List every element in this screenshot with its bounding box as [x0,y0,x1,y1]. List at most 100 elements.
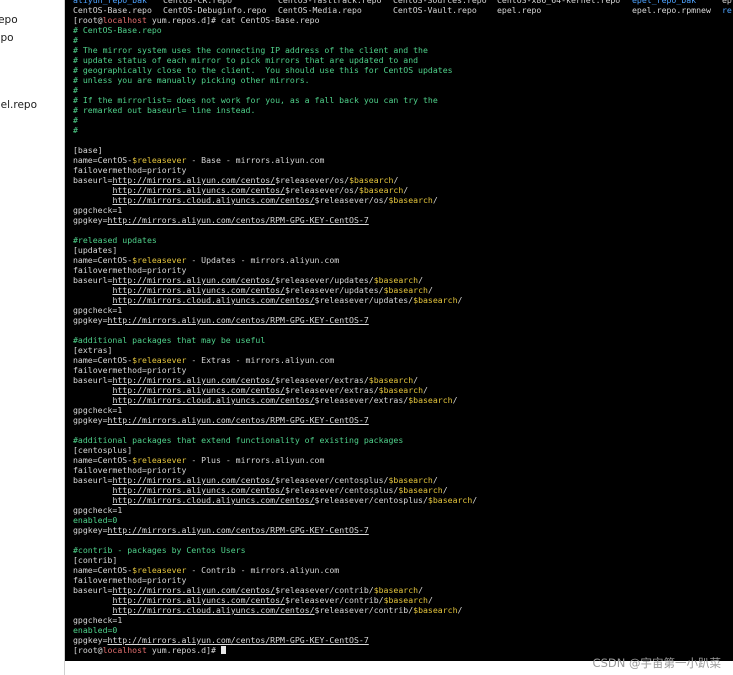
file-content-line: [contrib] [73,555,733,565]
config-text: - Extras - mirrors.aliyun.com [186,355,335,365]
file-content-line: #additional packages that extend functio… [73,435,733,445]
config-text: [extras] [73,345,113,355]
file-content-line: baseurl=http://mirrors.aliyun.com/centos… [73,475,733,485]
config-text: / [432,195,438,205]
url-link[interactable]: http://mirrors.cloud.aliyuncs.com/centos… [112,495,314,505]
file-content-line [73,225,733,235]
url-link[interactable]: http://mirrors.aliyun.com/centos/RPM-GPG… [108,315,369,325]
file-content-line: http://mirrors.aliyuncs.com/centos/$rele… [73,595,733,605]
config-text: $releasever/centosplus/ [314,495,428,505]
variable-text: $basearch [358,185,404,195]
config-text: / [418,585,424,595]
url-link[interactable]: http://mirrors.cloud.aliyuncs.com/centos… [112,395,314,405]
url-link[interactable]: http://mirrors.aliyuncs.com/centos/ [112,595,285,605]
variable-text: $releasever [132,455,187,465]
config-text [73,185,112,195]
file-content-line: # [73,115,733,125]
file-content-line: # geographically close to the client. Yo… [73,65,733,75]
url-link[interactable]: http://mirrors.aliyun.com/centos/RPM-GPG… [108,415,369,425]
config-text: failovermethod=priority [73,265,187,275]
variable-text: $basearch [383,595,428,605]
url-link[interactable]: http://mirrors.aliyuncs.com/centos/ [112,485,285,495]
variable-text: $releasever [132,155,187,165]
comment-text: # update status of each mirror to pick m… [73,55,419,65]
file-content-line: gpgcheck=1 [73,615,733,625]
config-text: $releasever/centosplus/ [284,485,399,495]
file-content-line: failovermethod=priority [73,365,733,375]
file-content-line: failovermethod=priority [73,465,733,475]
url-link[interactable]: http://mirrors.aliyuncs.com/centos/ [112,185,285,195]
config-text: gpgkey= [73,215,108,225]
ls-entry: CentOS-Base.repo [73,5,152,15]
file-content-line: baseurl=http://mirrors.aliyun.com/centos… [73,375,733,385]
config-text: name=CentOS- [73,455,133,465]
url-link[interactable]: http://mirrors.aliyun.com/centos/ [112,475,275,485]
variable-text: $releasever [132,565,187,575]
url-link[interactable]: http://mirrors.aliyun.com/centos/ [112,375,275,385]
config-text: gpgkey= [73,525,108,535]
url-link[interactable]: http://mirrors.aliyun.com/centos/RPM-GPG… [108,635,369,645]
config-text: $releasever/contrib/ [275,585,374,595]
variable-text: $basearch [388,195,433,205]
comment-text: # [73,115,78,125]
config-text: [updates] [73,245,118,255]
url-link[interactable]: http://mirrors.aliyun.com/centos/ [112,275,275,285]
config-text: name=CentOS- [73,255,133,265]
config-text: $releasever/contrib/ [284,595,384,605]
config-text: $releasever/os/ [314,195,389,205]
comment-text: # unless you are manually picking other … [73,75,310,85]
file-content-line: failovermethod=priority [73,575,733,585]
file-list-item[interactable]: nel.repo [0,99,37,111]
file-content-line: # If the mirrorlist= does not work for y… [73,95,733,105]
config-text: $releasever/extras/ [314,395,409,405]
file-content-line: baseurl=http://mirrors.aliyun.com/centos… [73,275,733,285]
config-text: [centosplus] [73,445,133,455]
file-content-line: [updates] [73,245,733,255]
variable-text: $basearch [368,375,414,385]
ls-entry: CentOS-Vault.repo [393,5,477,15]
config-text: / [432,475,438,485]
config-text: gpgcheck=1 [73,615,123,625]
variable-text: $basearch [388,475,433,485]
url-link[interactable]: http://mirrors.cloud.aliyuncs.com/centos… [112,195,314,205]
url-link[interactable]: http://mirrors.aliyun.com/centos/ [112,175,275,185]
comment-text: # [73,85,78,95]
ls-entry: CentOS-Media.repo [278,5,362,15]
url-link[interactable]: http://mirrors.aliyun.com/centos/RPM-GPG… [108,215,369,225]
config-text: $releasever/updates/ [284,285,384,295]
url-link[interactable]: http://mirrors.cloud.aliyuncs.com/centos… [112,605,314,615]
file-content-line: gpgkey=http://mirrors.aliyun.com/centos/… [73,525,733,535]
file-list-panel: repo epo o nel.repo [0,0,64,675]
config-text: / [418,275,424,285]
terminal-window[interactable]: aliyun_repo_bak CentOS-CR.repo CentOS-fast… [65,0,733,661]
variable-text: $basearch [378,385,424,395]
comment-text: # CentOS-Base.repo [73,25,162,35]
url-link[interactable]: http://mirrors.cloud.aliyuncs.com/centos… [112,295,314,305]
config-text: / [423,385,428,395]
file-list-item[interactable]: repo [0,14,18,26]
comment-text: #contrib - packages by Centos Users [73,545,246,555]
config-text: failovermethod=priority [73,465,187,475]
ls-entry: epel.repo.rpmnew [632,5,711,15]
file-list-item[interactable]: epo [0,32,14,44]
file-content-line: gpgkey=http://mirrors.aliyun.com/centos/… [73,315,733,325]
url-link[interactable]: http://mirrors.aliyuncs.com/centos/ [112,385,285,395]
comment-text: enabled=0 [73,515,118,525]
url-link[interactable]: http://mirrors.aliyun.com/centos/RPM-GPG… [108,525,369,535]
file-content-line: http://mirrors.cloud.aliyuncs.com/centos… [73,395,733,405]
file-content-line: gpgcheck=1 [73,205,733,215]
ls-entry: CentOS-Debuginfo.repo [163,5,267,15]
ls-entry: epel.repo [497,5,542,15]
file-content-line: http://mirrors.cloud.aliyuncs.com/centos… [73,195,733,205]
config-text: failovermethod=priority [73,575,187,585]
file-content-line: gpgkey=http://mirrors.aliyun.com/centos/… [73,635,733,645]
file-content-line: [centosplus] [73,445,733,455]
file-content-line: # unless you are manually picking other … [73,75,733,85]
url-link[interactable]: http://mirrors.aliyuncs.com/centos/ [112,285,285,295]
config-text: / [457,605,463,615]
url-link[interactable]: http://mirrors.aliyun.com/centos/ [112,585,275,595]
config-text: $releasever/updates/ [314,295,414,305]
file-content-line: # update status of each mirror to pick m… [73,55,733,65]
config-text: [base] [73,145,103,155]
config-text: name=CentOS- [73,565,133,575]
